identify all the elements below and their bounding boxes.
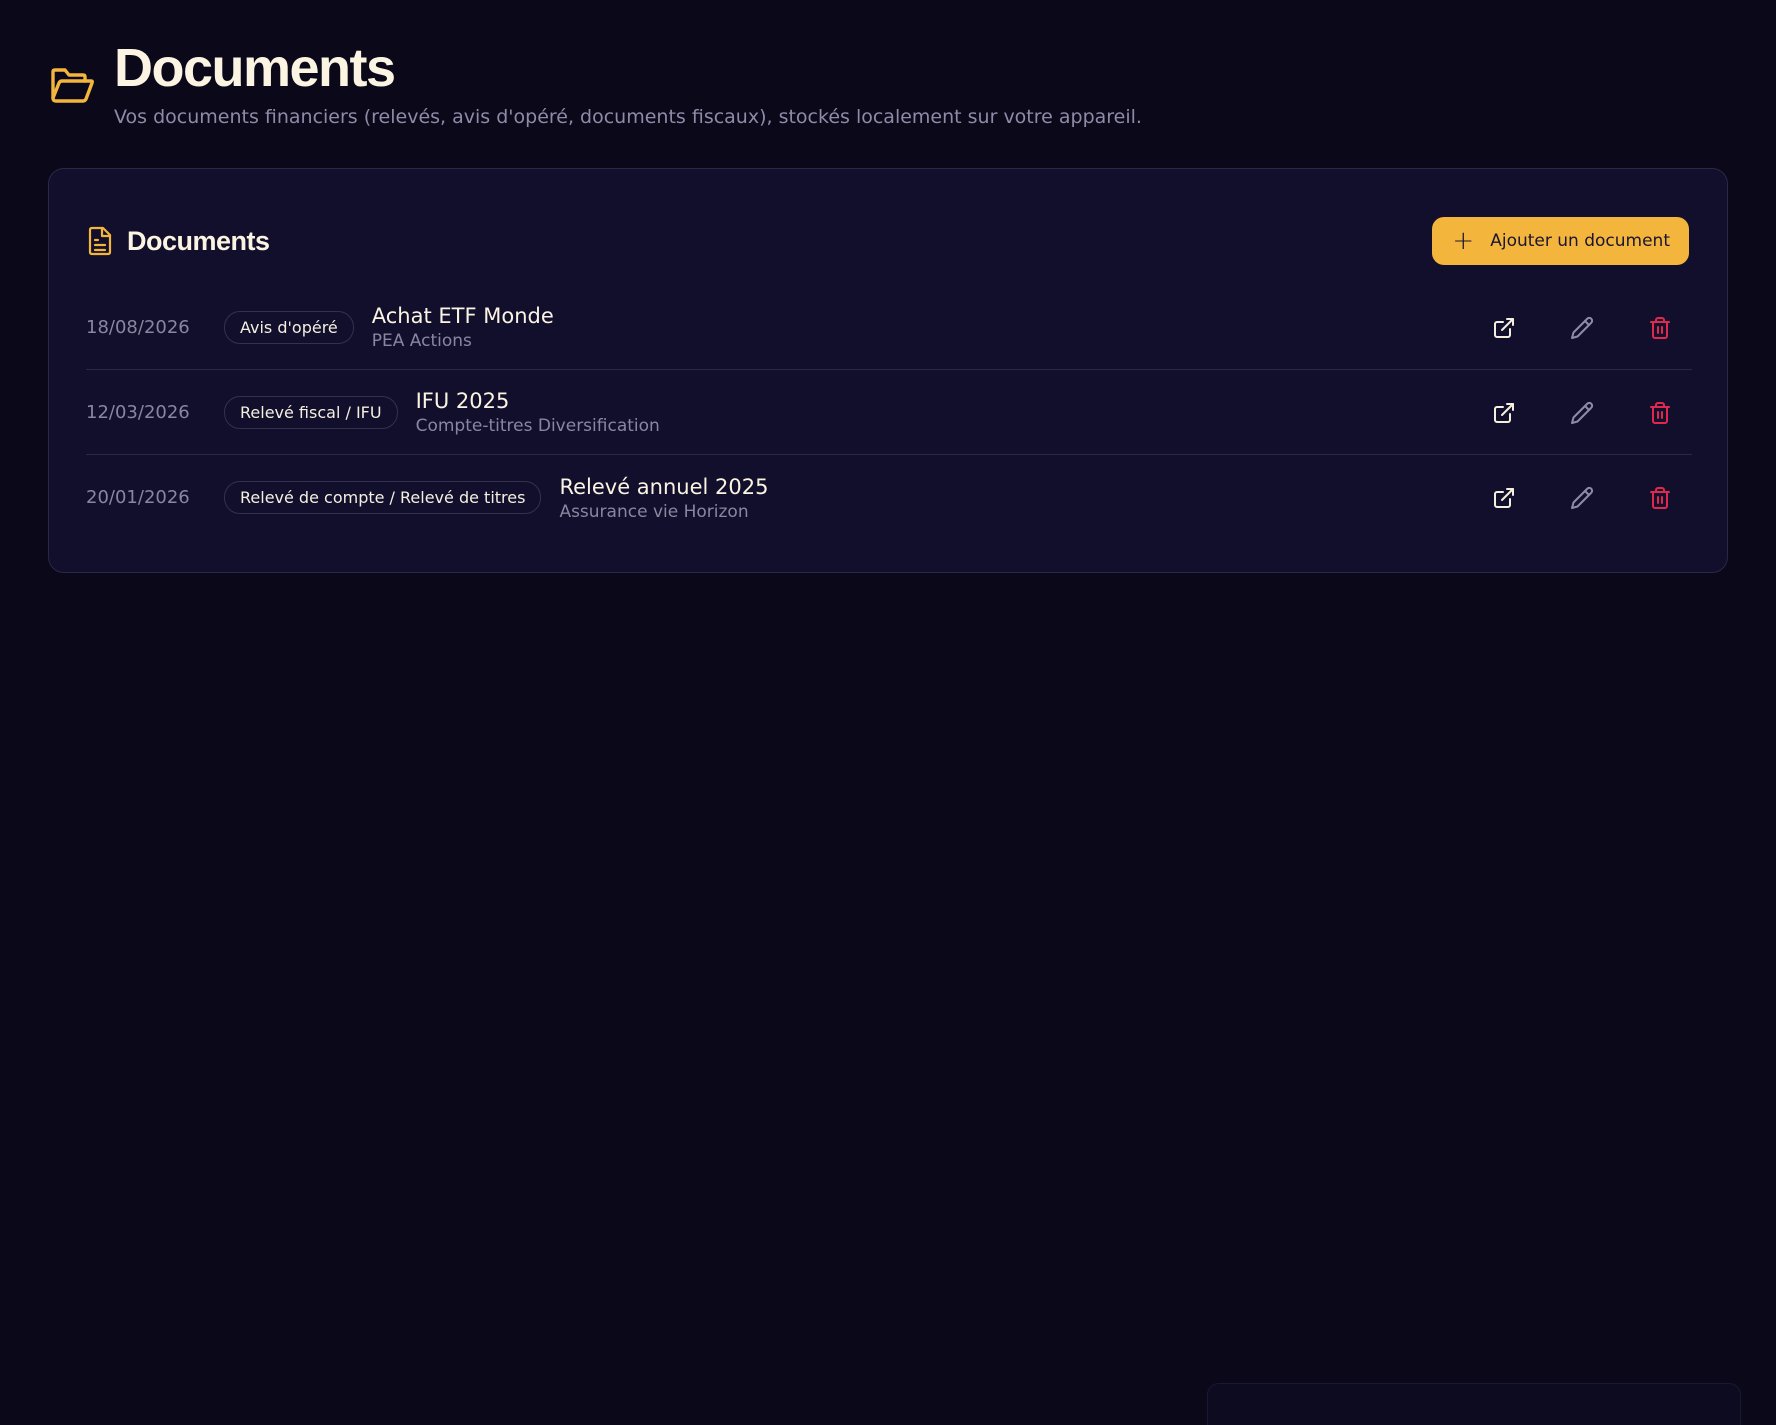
document-account: Compte-titres Diversification (415, 416, 660, 436)
page-title: Documents (114, 38, 396, 98)
pencil-icon (1571, 486, 1594, 509)
trash-icon (1650, 486, 1670, 509)
add-document-button[interactable]: + Ajouter un document (1432, 217, 1689, 265)
open-document-button[interactable] (1491, 315, 1517, 341)
documents-list: 18/08/2026 Avis d'opéré Achat ETF Monde … (86, 285, 1692, 540)
delete-document-button[interactable] (1647, 315, 1673, 341)
document-name: IFU 2025 (415, 389, 510, 413)
documents-card: Documents + Ajouter un document 18/08/20… (48, 168, 1728, 573)
document-account: PEA Actions (371, 331, 472, 351)
document-date: 20/01/2026 (86, 487, 190, 508)
delete-document-button[interactable] (1647, 485, 1673, 511)
external-link-icon (1494, 402, 1514, 423)
document-name: Relevé annuel 2025 (559, 474, 769, 499)
document-icon (88, 226, 112, 256)
trash-icon (1650, 401, 1670, 424)
document-type-badge: Relevé de compte / Relevé de titres (224, 481, 542, 514)
add-document-label: Ajouter un document (1490, 231, 1670, 251)
folder-open-icon (51, 68, 95, 103)
trash-icon (1650, 316, 1670, 339)
page-subtitle: Vos documents financiers (relevés, avis … (114, 106, 1142, 128)
document-row: 20/01/2026 Relevé de compte / Relevé de … (86, 455, 1692, 540)
card-title: Documents (127, 225, 270, 256)
pencil-icon (1571, 401, 1594, 424)
delete-document-button[interactable] (1647, 400, 1673, 426)
pencil-icon (1571, 316, 1594, 339)
page-header: Documents Vos documents financiers (rele… (48, 36, 1142, 128)
external-link-icon (1494, 317, 1514, 338)
card-header: Documents + Ajouter un document (87, 217, 1689, 265)
open-document-button[interactable] (1491, 400, 1517, 426)
document-row: 18/08/2026 Avis d'opéré Achat ETF Monde … (86, 285, 1692, 370)
edit-document-button[interactable] (1569, 400, 1595, 426)
edit-document-button[interactable] (1569, 315, 1595, 341)
document-type-badge: Relevé fiscal / IFU (224, 395, 398, 429)
documents-page: Documents Vos documents financiers (rele… (0, 0, 1776, 1425)
edit-document-button[interactable] (1569, 485, 1595, 511)
faded-toast-panel (1207, 1383, 1741, 1425)
open-document-button[interactable] (1491, 485, 1517, 511)
document-date: 12/03/2026 (86, 401, 190, 423)
document-date: 18/08/2026 (86, 316, 190, 338)
document-name: Achat ETF Monde (371, 304, 554, 328)
document-row: 12/03/2026 Relevé fiscal / IFU IFU 2025 … (86, 370, 1692, 455)
document-account: Assurance vie Horizon (559, 501, 749, 522)
external-link-icon (1494, 487, 1514, 508)
document-type-badge: Avis d'opéré (224, 310, 354, 344)
plus-icon: + (1452, 226, 1475, 256)
